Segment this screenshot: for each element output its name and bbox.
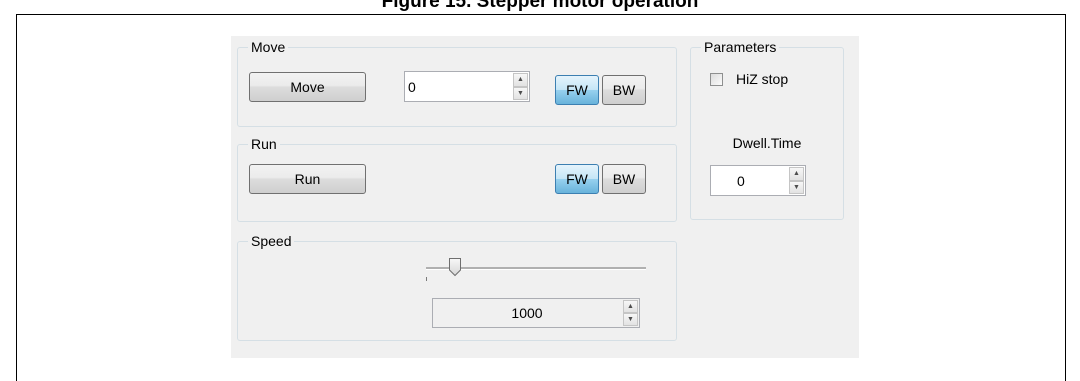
move-bw-toggle[interactable]: BW <box>602 75 646 105</box>
run-group: Run Run FW BW <box>237 135 677 222</box>
move-button[interactable]: Move <box>249 72 366 102</box>
figure-caption: Figure 15. Stepper motor operation <box>381 0 699 12</box>
spin-up-arrow-icon[interactable]: ▲ <box>789 167 804 181</box>
dwell-time-spinner: ▲ ▼ <box>789 167 804 194</box>
speed-value-input[interactable]: 1000 ▲ ▼ <box>432 298 640 328</box>
spin-down-arrow-icon[interactable]: ▼ <box>789 180 804 194</box>
spin-down-arrow-icon[interactable]: ▼ <box>513 86 528 100</box>
move-steps-input[interactable]: 0 ▲ ▼ <box>404 71 530 102</box>
speed-slider[interactable] <box>422 255 650 281</box>
spin-down-arrow-icon[interactable]: ▼ <box>623 313 638 326</box>
run-button[interactable]: Run <box>249 164 366 194</box>
slider-thumb-icon[interactable] <box>448 257 462 277</box>
parameters-group: Parameters HiZ stop Dwell.Time 0 ▲ ▼ <box>690 38 844 220</box>
speed-value: 1000 <box>511 305 543 321</box>
spin-up-arrow-icon[interactable]: ▲ <box>623 300 638 313</box>
frame-right-border <box>1065 14 1066 381</box>
dwell-time-input[interactable]: 0 ▲ ▼ <box>710 165 806 196</box>
dwell-time-label: Dwell.Time <box>732 135 802 151</box>
dwell-time-value: 0 <box>737 172 745 189</box>
speed-group-title: Speed <box>248 232 295 250</box>
move-steps-spinner: ▲ ▼ <box>513 73 528 100</box>
run-fw-toggle[interactable]: FW <box>555 164 599 194</box>
checkbox-icon[interactable] <box>710 73 723 86</box>
frame-top-border <box>16 14 1066 15</box>
speed-group: Speed 1000 ▲ ▼ <box>237 232 677 341</box>
frame-left-border <box>16 14 17 381</box>
run-group-title: Run <box>248 135 280 153</box>
stepper-control-panel: Move Move 0 ▲ ▼ FW BW Run Run FW BW Spee… <box>231 36 859 358</box>
run-bw-toggle[interactable]: BW <box>602 164 646 194</box>
speed-slider-tick-min <box>426 277 427 281</box>
spin-up-arrow-icon[interactable]: ▲ <box>513 73 528 87</box>
move-steps-value: 0 <box>408 78 416 95</box>
hiz-stop-label[interactable]: HiZ stop <box>736 70 788 88</box>
parameters-group-title: Parameters <box>701 38 780 56</box>
speed-spinner: ▲ ▼ <box>623 300 638 326</box>
move-group: Move Move 0 ▲ ▼ FW BW <box>237 38 677 127</box>
move-fw-toggle[interactable]: FW <box>555 75 599 105</box>
move-group-title: Move <box>248 38 289 56</box>
